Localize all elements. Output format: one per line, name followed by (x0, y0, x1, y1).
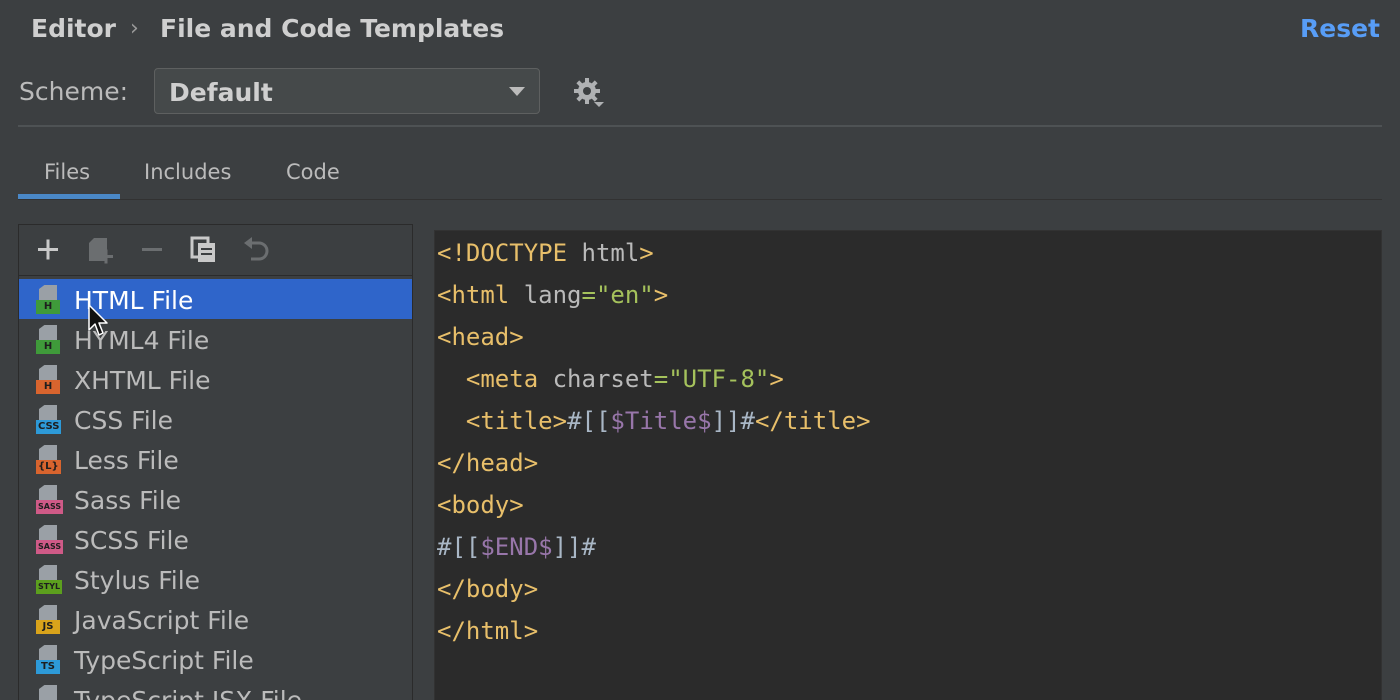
tab-divider (18, 199, 1382, 200)
code-line: </head> (437, 449, 539, 477)
header: Editor › File and Code Templates Reset (0, 0, 1400, 62)
template-list-panel: H HTML File H HYML4 File H XHTML File CS… (18, 224, 413, 700)
page-title: File and Code Templates (160, 14, 505, 43)
code-line: </html> (437, 617, 539, 645)
list-item-label: CSS File (74, 406, 173, 435)
code-line: <body> (437, 491, 524, 519)
file-badge: CSS (36, 420, 62, 434)
file-badge: SASS (36, 540, 64, 554)
list-item[interactable]: STYL Stylus File (19, 559, 412, 599)
typescript-file-icon: TS (36, 645, 66, 675)
file-badge: STYL (36, 580, 63, 594)
scheme-label: Scheme: (19, 77, 128, 106)
less-file-icon: {L} (36, 445, 66, 475)
chevron-down-icon (509, 87, 525, 96)
scss-file-icon: SASS (36, 525, 66, 555)
stylus-file-icon: STYL (36, 565, 66, 595)
reset-icon[interactable] (239, 233, 273, 267)
html-file-icon: H (36, 285, 66, 315)
file-badge: H (36, 300, 60, 314)
list-item[interactable]: JS JavaScript File (19, 599, 412, 639)
list-item[interactable]: TS TypeScript File (19, 639, 412, 679)
create-child-icon[interactable] (83, 233, 117, 267)
list-item-label: Sass File (74, 486, 182, 515)
file-badge: H (36, 380, 60, 394)
sass-file-icon: SASS (36, 485, 66, 515)
code-line: #[[$END$]]# (437, 533, 596, 561)
reset-link[interactable]: Reset (1300, 14, 1380, 43)
add-icon[interactable] (31, 233, 65, 267)
code-line: <html lang="en"> (437, 281, 669, 309)
gear-icon[interactable] (572, 76, 608, 112)
list-item[interactable]: H HYML4 File (19, 319, 412, 359)
list-item[interactable]: CSS CSS File (19, 399, 412, 439)
divider (18, 125, 1382, 127)
list-item-label: Less File (74, 446, 179, 475)
list-item[interactable]: SASS SCSS File (19, 519, 412, 559)
list-item-label: JavaScript File (74, 606, 250, 635)
code-line: <meta charset="UTF-8"> (465, 365, 784, 393)
file-badge: SASS (36, 500, 64, 514)
list-item[interactable]: H HTML File (19, 279, 412, 319)
tab-code[interactable]: Code (286, 160, 340, 184)
list-item-label: SCSS File (74, 526, 189, 555)
list-toolbar (19, 225, 412, 276)
list-item-label: TypeScript File (74, 646, 254, 675)
copy-icon[interactable] (187, 233, 221, 267)
list-item-label: Stylus File (74, 566, 201, 595)
html-file-icon: H (36, 325, 66, 355)
list-item-label: XHTML File (74, 366, 211, 395)
code-line: </body> (437, 575, 539, 603)
template-code-editor[interactable]: <!DOCTYPE html> <html lang="en"> <head> … (434, 230, 1382, 700)
file-badge: JS (36, 620, 60, 634)
file-badge: H (36, 340, 60, 354)
code-line: <!DOCTYPE html> (437, 239, 654, 267)
code-line: <title>#[[$Title$]]#</title> (465, 407, 871, 435)
tab-includes[interactable]: Includes (144, 160, 231, 184)
javascript-file-icon: JS (36, 605, 66, 635)
list-item[interactable]: SASS Sass File (19, 479, 412, 519)
typescript-jsx-file-icon: TS (36, 685, 66, 700)
list-item[interactable]: H XHTML File (19, 359, 412, 399)
xhtml-file-icon: H (36, 365, 66, 395)
scheme-value: Default (169, 78, 273, 107)
list-item[interactable]: TS TypeScript JSX File (19, 679, 412, 700)
file-badge: {L} (36, 460, 61, 474)
tab-files[interactable]: Files (44, 160, 90, 184)
file-badge: TS (36, 660, 60, 674)
breadcrumb-editor[interactable]: Editor (31, 14, 116, 43)
list-item-label: TypeScript JSX File (74, 686, 302, 700)
mouse-pointer-icon (88, 304, 108, 338)
list-item[interactable]: {L} Less File (19, 439, 412, 479)
code-line: <head> (437, 323, 524, 351)
breadcrumb-separator: › (130, 16, 139, 41)
css-file-icon: CSS (36, 405, 66, 435)
remove-icon[interactable] (135, 233, 169, 267)
scheme-dropdown[interactable]: Default (154, 68, 540, 114)
